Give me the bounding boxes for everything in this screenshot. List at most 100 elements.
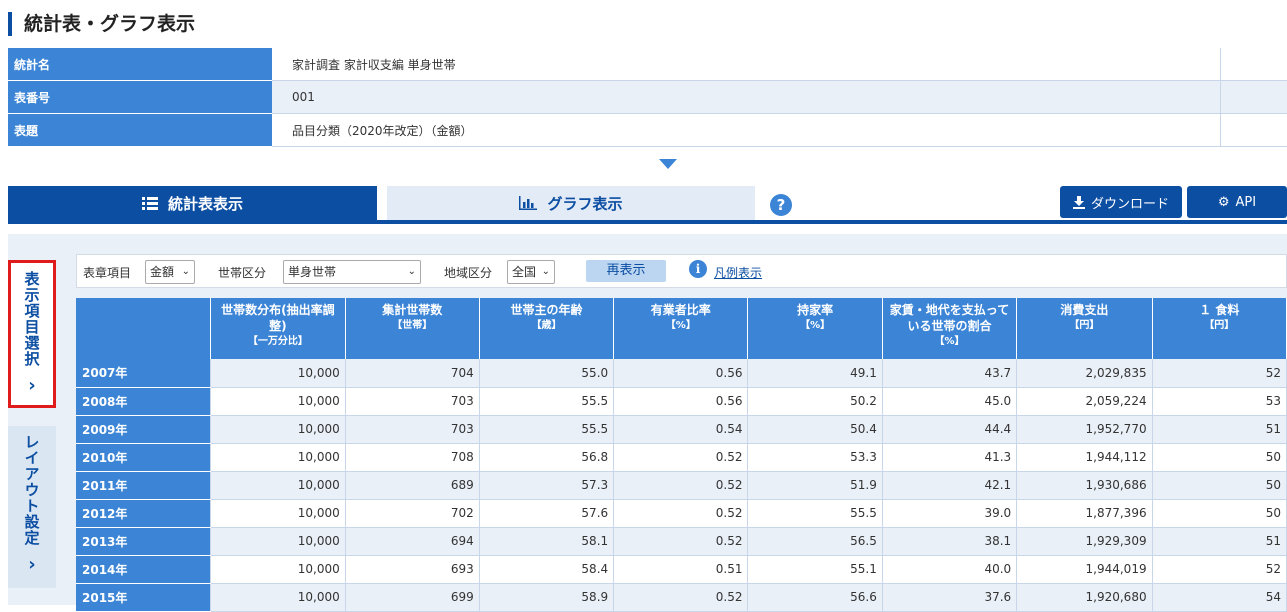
column-header[interactable]: １ 食料 【円】 xyxy=(1152,298,1287,359)
filter-bar: 表章項目 金額 ⌄ 世帯区分 単身世帯 ⌄ 地域区分 全国 ⌄ 再表示 i 凡例… xyxy=(76,254,1287,288)
table-cell: 53 xyxy=(1152,387,1287,416)
help-icon[interactable]: ? xyxy=(770,194,792,216)
info-row-stat-name: 統計名 家計調査 家計収支編 単身世帯 xyxy=(8,48,1287,81)
table-cell: 10,000 xyxy=(210,415,346,444)
download-label: ダウンロード xyxy=(1090,196,1169,212)
table-cell: 703 xyxy=(345,415,480,444)
api-button[interactable]: ⚙ API xyxy=(1187,186,1287,218)
table-row: 2009年 10,000 703 55.5 0.54 50.4 44.4 1,952,770 5… xyxy=(76,415,1287,444)
table-row: 2007年 10,000 704 55.0 0.56 49.1 43.7 2,029,835 5… xyxy=(76,359,1287,388)
column-header-name: 消費支出 xyxy=(1060,303,1109,317)
table-cell: 56.8 xyxy=(479,443,615,472)
column-header[interactable]: 消費支出 【円】 xyxy=(1016,298,1153,359)
table-cell: 50.4 xyxy=(747,415,883,444)
table-cell: 2,059,224 xyxy=(1016,387,1153,416)
table-cell: 1,920,680 xyxy=(1016,583,1153,612)
column-header-name: 集計世帯数 xyxy=(382,303,443,317)
column-header-name: 世帯主の年齢 xyxy=(510,303,583,317)
column-header-name: 世帯数分布(抽出率調整) xyxy=(221,303,335,333)
table-cell: 0.54 xyxy=(613,415,749,444)
redisplay-button[interactable]: 再表示 xyxy=(586,260,666,282)
column-header[interactable]: 持家率 【%】 xyxy=(747,298,883,359)
chevron-down-icon: ⌄ xyxy=(407,266,416,277)
table-cell: 58.9 xyxy=(479,583,615,612)
table-cell: 10,000 xyxy=(210,471,346,500)
row-header-year: 2007年 xyxy=(76,359,212,388)
table-cell: 55.0 xyxy=(479,359,615,388)
expand-caret-icon[interactable] xyxy=(659,159,677,169)
table-cell: 55.5 xyxy=(479,387,615,416)
table-cell: 45.0 xyxy=(882,387,1018,416)
bar-chart-icon xyxy=(519,196,538,210)
household-select[interactable]: 単身世帯 ⌄ xyxy=(283,260,421,284)
side-tab-layout[interactable]: レイアウト設定 › xyxy=(8,426,56,588)
table-cell: 699 xyxy=(345,583,480,612)
table-cell: 694 xyxy=(345,527,480,556)
table-cell: 43.7 xyxy=(882,359,1018,388)
row-header-year: 2013年 xyxy=(76,527,212,556)
row-header-year: 2010年 xyxy=(76,443,212,472)
table-cell: 51 xyxy=(1152,527,1287,556)
tab-graph-view[interactable]: グラフ表示 xyxy=(387,186,755,220)
table-row: 2010年 10,000 708 56.8 0.52 53.3 41.3 1,944,112 5… xyxy=(76,443,1287,472)
page-title: 統計表・グラフ表示 xyxy=(8,12,195,36)
column-header[interactable]: 世帯主の年齢 【歳】 xyxy=(479,298,615,359)
column-header-name: 持家率 xyxy=(797,303,834,317)
info-label: 表番号 xyxy=(8,80,272,114)
table-cell: 50 xyxy=(1152,443,1287,472)
region-select[interactable]: 全国 ⌄ xyxy=(507,260,555,284)
table-cell: 0.52 xyxy=(613,499,749,528)
column-header-name: 家賃・地代を支払っている世帯の割合 xyxy=(889,303,1010,333)
table-cell: 0.51 xyxy=(613,555,749,584)
tab-underline xyxy=(8,220,1287,224)
chevron-right-icon: › xyxy=(28,554,36,575)
tab-label: グラフ表示 xyxy=(547,194,623,213)
table-cell: 693 xyxy=(345,555,480,584)
column-header-unit: 【円】 xyxy=(1204,320,1235,331)
side-tab-select-items[interactable]: 表示項目選択 › xyxy=(8,260,56,408)
api-label: API xyxy=(1235,194,1257,210)
table-cell: 0.52 xyxy=(613,527,749,556)
column-header[interactable]: 集計世帯数 【世帯】 xyxy=(345,298,480,359)
table-row: 2008年 10,000 703 55.5 0.56 50.2 45.0 2,059,224 5… xyxy=(76,387,1287,416)
tab-table-view[interactable]: 統計表表示 xyxy=(8,186,377,220)
filter-label-household: 世帯区分 xyxy=(218,266,267,280)
table-cell: 56.5 xyxy=(747,527,883,556)
info-row-table-title: 表題 品目分類（2020年改定）（金額） xyxy=(8,113,1287,147)
info-value: 品目分類（2020年改定）（金額） xyxy=(272,113,1221,147)
legend-link[interactable]: 凡例表示 xyxy=(714,264,762,281)
table-cell: 50.2 xyxy=(747,387,883,416)
table-cell: 42.1 xyxy=(882,471,1018,500)
table-cell: 54 xyxy=(1152,583,1287,612)
column-header[interactable]: 有業者比率 【%】 xyxy=(613,298,749,359)
tab-label: 統計表表示 xyxy=(167,194,243,213)
table-cell: 58.4 xyxy=(479,555,615,584)
table-cell: 10,000 xyxy=(210,443,346,472)
item-select[interactable]: 金額 ⌄ xyxy=(145,260,195,284)
table-row: 2015年 10,000 699 58.9 0.52 56.6 37.6 1,920,680 5… xyxy=(76,583,1287,612)
table-cell: 2,029,835 xyxy=(1016,359,1153,388)
table-cell: 702 xyxy=(345,499,480,528)
list-icon xyxy=(141,197,158,210)
side-tab-label: レイアウト設定 xyxy=(22,434,41,546)
table-cell: 38.1 xyxy=(882,527,1018,556)
table-cell: 52 xyxy=(1152,359,1287,388)
stats-info-table: 統計名 家計調査 家計収支編 単身世帯 表番号 001 表題 品目分類（2020… xyxy=(8,48,1287,147)
row-header-year: 2011年 xyxy=(76,471,212,500)
column-header[interactable]: 家賃・地代を支払っている世帯の割合 【%】 xyxy=(882,298,1018,359)
table-cell: 1,877,396 xyxy=(1016,499,1153,528)
row-header-year: 2009年 xyxy=(76,415,212,444)
table-cell: 56.6 xyxy=(747,583,883,612)
column-header-unit: 【歳】 xyxy=(531,320,562,331)
info-row-table-number: 表番号 001 xyxy=(8,80,1287,114)
column-header[interactable]: 世帯数分布(抽出率調整) 【一万分比】 xyxy=(210,298,346,359)
table-row: 2013年 10,000 694 58.1 0.52 56.5 38.1 1,929,309 5… xyxy=(76,527,1287,556)
download-button[interactable]: ダウンロード xyxy=(1060,186,1182,218)
table-header-row: 世帯数分布(抽出率調整) 【一万分比】 集計世帯数 【世帯】 世帯主の年齢 【歳】 有業者比… xyxy=(76,298,1287,359)
download-icon xyxy=(1072,195,1085,209)
table-cell: 1,944,019 xyxy=(1016,555,1153,584)
table-cell: 57.3 xyxy=(479,471,615,500)
column-header-unit: 【%】 xyxy=(665,320,696,331)
table-cell: 1,944,112 xyxy=(1016,443,1153,472)
table-cell: 41.3 xyxy=(882,443,1018,472)
